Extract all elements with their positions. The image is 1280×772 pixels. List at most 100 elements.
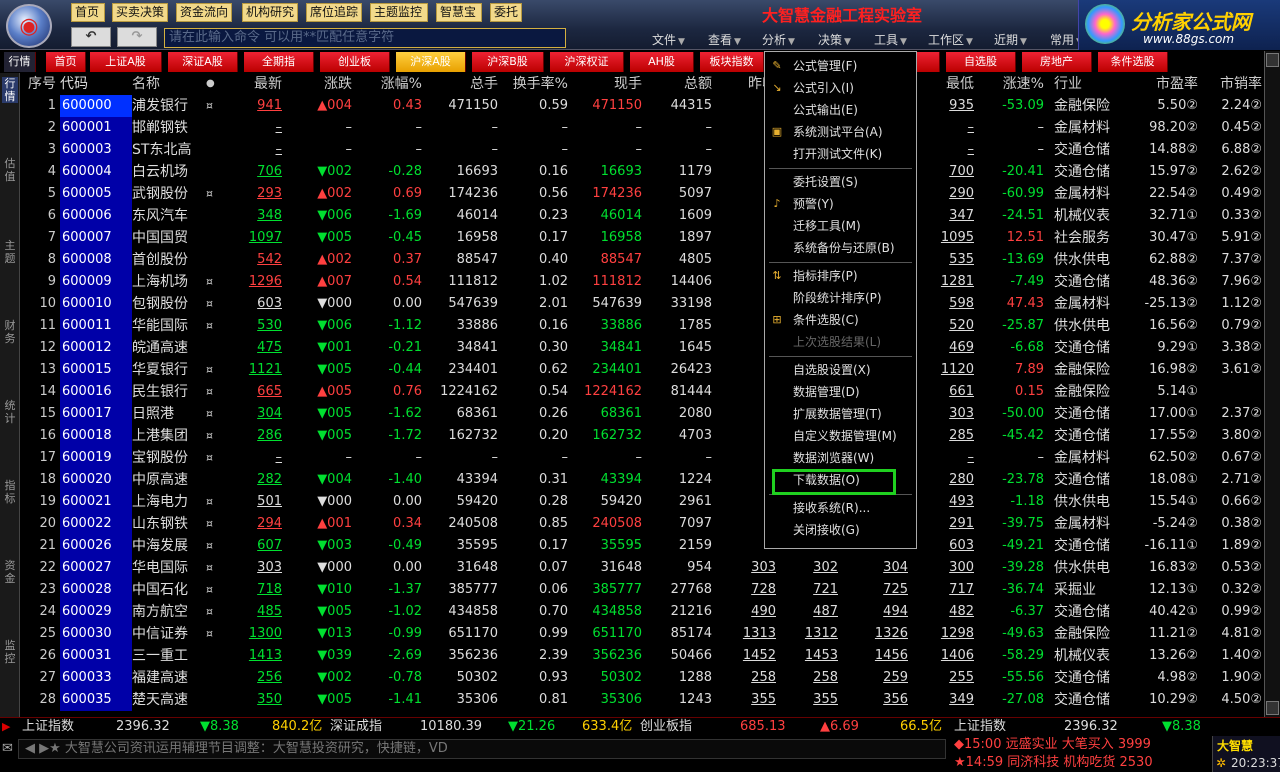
table-cell[interactable]: 600021: [60, 491, 132, 513]
column-header-8[interactable]: 换手率%: [500, 73, 568, 95]
table-cell[interactable]: 邯郸钢铁: [132, 117, 206, 139]
table-cell[interactable]: 上港集团: [132, 425, 206, 447]
context-menu-item-17[interactable]: 数据管理(D): [765, 382, 916, 402]
context-menu-item-13[interactable]: ⊞ 条件选股(C): [765, 310, 916, 330]
mail-icon[interactable]: ✉: [2, 740, 13, 758]
table-cell[interactable]: 华电国际: [132, 557, 206, 579]
column-header-1[interactable]: 代码: [60, 73, 130, 95]
table-row[interactable]: 18 600020 中原高速 282 ▼004 -1.40 43394 0.31 43394 12…: [20, 469, 1264, 491]
table-cell[interactable]: 600008: [60, 249, 132, 271]
column-header-14[interactable]: 最低: [910, 73, 974, 95]
table-row[interactable]: 27 600033 福建高速 256 ▼002 -0.78 50302 0.93 50302 12…: [20, 667, 1264, 689]
column-header-16[interactable]: 行业: [1054, 73, 1132, 95]
column-header-7[interactable]: 总手: [424, 73, 498, 95]
table-cell[interactable]: 日照港: [132, 403, 206, 425]
scroll-up-icon[interactable]: [1266, 53, 1279, 67]
table-cell[interactable]: 600000: [60, 95, 132, 117]
table-row[interactable]: 22 600027 华电国际 ¤ 303 ▼000 0.00 31648 0.07 31648 95…: [20, 557, 1264, 579]
table-cell[interactable]: 南方航空: [132, 601, 206, 623]
context-menu-item-12[interactable]: 阶段统计排序(P): [765, 288, 916, 308]
menu-4[interactable]: 工具 ▼: [874, 31, 907, 48]
table-row[interactable]: 17 600019 宝钢股份 ¤ – – – – – – – – – 金属材料 62.50② 0.67②: [20, 447, 1264, 469]
table-row[interactable]: 21 600026 中海发展 ¤ 607 ▼003 -0.49 35595 0.17 35595 2…: [20, 535, 1264, 557]
tab-6[interactable]: 沪深A股: [396, 52, 466, 72]
table-row[interactable]: 8 600008 首创股份 542 ▲002 0.37 88547 0.40 88547 4805…: [20, 249, 1264, 271]
menu-5[interactable]: 工作区 ▼: [928, 31, 973, 48]
tab-7[interactable]: 沪深B股: [472, 52, 544, 72]
table-cell[interactable]: 三一重工: [132, 645, 206, 667]
table-cell[interactable]: 600035: [60, 689, 132, 711]
context-menu-item-1[interactable]: ↘ 公式引入(I): [765, 78, 916, 98]
column-header-4[interactable]: 最新: [230, 73, 282, 95]
table-cell[interactable]: 600001: [60, 117, 132, 139]
context-menu-item-23[interactable]: 接收系统(R)...: [765, 498, 916, 518]
left-tab-2[interactable]: 主题: [2, 239, 18, 265]
table-cell[interactable]: 中原高速: [132, 469, 206, 491]
context-menu-item-18[interactable]: 扩展数据管理(T): [765, 404, 916, 424]
table-cell[interactable]: 600003: [60, 139, 132, 161]
table-row[interactable]: 19 600021 上海电力 ¤ 501 ▼000 0.00 59420 0.28 59420 29…: [20, 491, 1264, 513]
table-cell[interactable]: 皖通高速: [132, 337, 206, 359]
menu-6[interactable]: 近期 ▼: [994, 31, 1027, 48]
left-tab-5[interactable]: 指标: [2, 479, 18, 505]
table-cell[interactable]: 600007: [60, 227, 132, 249]
table-row[interactable]: 15 600017 日照港 ¤ 304 ▼005 -1.62 68361 0.26 68361 20…: [20, 403, 1264, 425]
table-cell[interactable]: 宝钢股份: [132, 447, 206, 469]
table-cell[interactable]: 600005: [60, 183, 132, 205]
table-cell[interactable]: 600028: [60, 579, 132, 601]
right-index-name[interactable]: 上证指数: [954, 718, 1006, 736]
context-menu-item-0[interactable]: ✎ 公式管理(F): [765, 56, 916, 76]
table-row[interactable]: 5 600005 武钢股份 ¤ 293 ▲002 0.69 174236 0.56 174236 5…: [20, 183, 1264, 205]
menu-0[interactable]: 文件 ▼: [652, 31, 685, 48]
table-cell[interactable]: 600031: [60, 645, 132, 667]
table-row[interactable]: 3 600003 ST东北高 – – – – – – – – – 交通仓储 14.88② 6.88②: [20, 139, 1264, 161]
table-cell[interactable]: 600019: [60, 447, 132, 469]
table-row[interactable]: 24 600029 南方航空 ¤ 485 ▼005 -1.02 434858 0.70 43485…: [20, 601, 1264, 623]
table-row[interactable]: 23 600028 中国石化 ¤ 718 ▼010 -1.37 385777 0.06 38577…: [20, 579, 1264, 601]
table-cell[interactable]: 600020: [60, 469, 132, 491]
table-cell[interactable]: 600018: [60, 425, 132, 447]
table-cell[interactable]: 上海机场: [132, 271, 206, 293]
column-header-10[interactable]: 总额: [644, 73, 712, 95]
column-header-5[interactable]: 涨跌: [286, 73, 352, 95]
table-cell[interactable]: 浦发银行: [132, 95, 206, 117]
column-header-0[interactable]: 序号: [20, 73, 56, 95]
context-menu-item-9[interactable]: 系统备份与还原(B): [765, 238, 916, 258]
top-button-7[interactable]: 委托: [490, 3, 522, 22]
table-cell[interactable]: 600016: [60, 381, 132, 403]
table-row[interactable]: 4 600004 白云机场 706 ▼002 -0.28 16693 0.16 16693 117…: [20, 161, 1264, 183]
cy-index-name[interactable]: 创业板指: [640, 718, 692, 736]
table-row[interactable]: 16 600018 上港集团 ¤ 286 ▼005 -1.72 162732 0.20 16273…: [20, 425, 1264, 447]
context-menu-item-19[interactable]: 自定义数据管理(M): [765, 426, 916, 446]
back-button[interactable]: ↶: [71, 27, 111, 47]
left-tab-3[interactable]: 财务: [2, 319, 18, 345]
left-tab-0[interactable]: 行情: [2, 77, 18, 103]
tab-14[interactable]: 自选股: [946, 52, 1016, 72]
forward-button[interactable]: ↷: [117, 27, 157, 47]
left-tab-4[interactable]: 统计: [2, 399, 18, 425]
table-cell[interactable]: 600009: [60, 271, 132, 293]
sh-index-name[interactable]: 上证指数: [22, 718, 74, 736]
column-header-18[interactable]: 市销率: [1200, 73, 1262, 95]
left-tab-7[interactable]: 监控: [2, 639, 18, 665]
table-row[interactable]: 28 600035 楚天高速 350 ▼005 -1.41 35306 0.81 35306 12…: [20, 689, 1264, 711]
table-cell[interactable]: 600026: [60, 535, 132, 557]
context-menu-item-11[interactable]: ⇅ 指标排序(P): [765, 266, 916, 286]
table-row[interactable]: 26 600031 三一重工 1413 ▼039 -2.69 356236 2.39 35623…: [20, 645, 1264, 667]
table-cell[interactable]: 600022: [60, 513, 132, 535]
menu-3[interactable]: 决策 ▼: [818, 31, 851, 48]
top-button-2[interactable]: 资金流向: [176, 3, 232, 22]
left-tab-1[interactable]: 估值: [2, 157, 18, 183]
gear-icon[interactable]: ✲: [1216, 756, 1226, 770]
tab-8[interactable]: 沪深权证: [550, 52, 624, 72]
table-row[interactable]: 7 600007 中国国贸 1097 ▼005 -0.45 16958 0.17 16958 18…: [20, 227, 1264, 249]
table-row[interactable]: 14 600016 民生银行 ¤ 665 ▲005 0.76 1224162 0.54 12241…: [20, 381, 1264, 403]
table-row[interactable]: 6 600006 东风汽车 348 ▼006 -1.69 46014 0.23 46014 160…: [20, 205, 1264, 227]
table-row[interactable]: 9 600009 上海机场 ¤ 1296 ▲007 0.54 111812 1.02 111812…: [20, 271, 1264, 293]
context-menu-item-24[interactable]: 关闭接收(G): [765, 520, 916, 540]
context-menu-item-8[interactable]: 迁移工具(M): [765, 216, 916, 236]
column-header-17[interactable]: 市盈率: [1134, 73, 1198, 95]
left-tab-6[interactable]: 资金: [2, 559, 18, 585]
tab-1[interactable]: 首页: [46, 52, 86, 72]
table-cell[interactable]: 600033: [60, 667, 132, 689]
